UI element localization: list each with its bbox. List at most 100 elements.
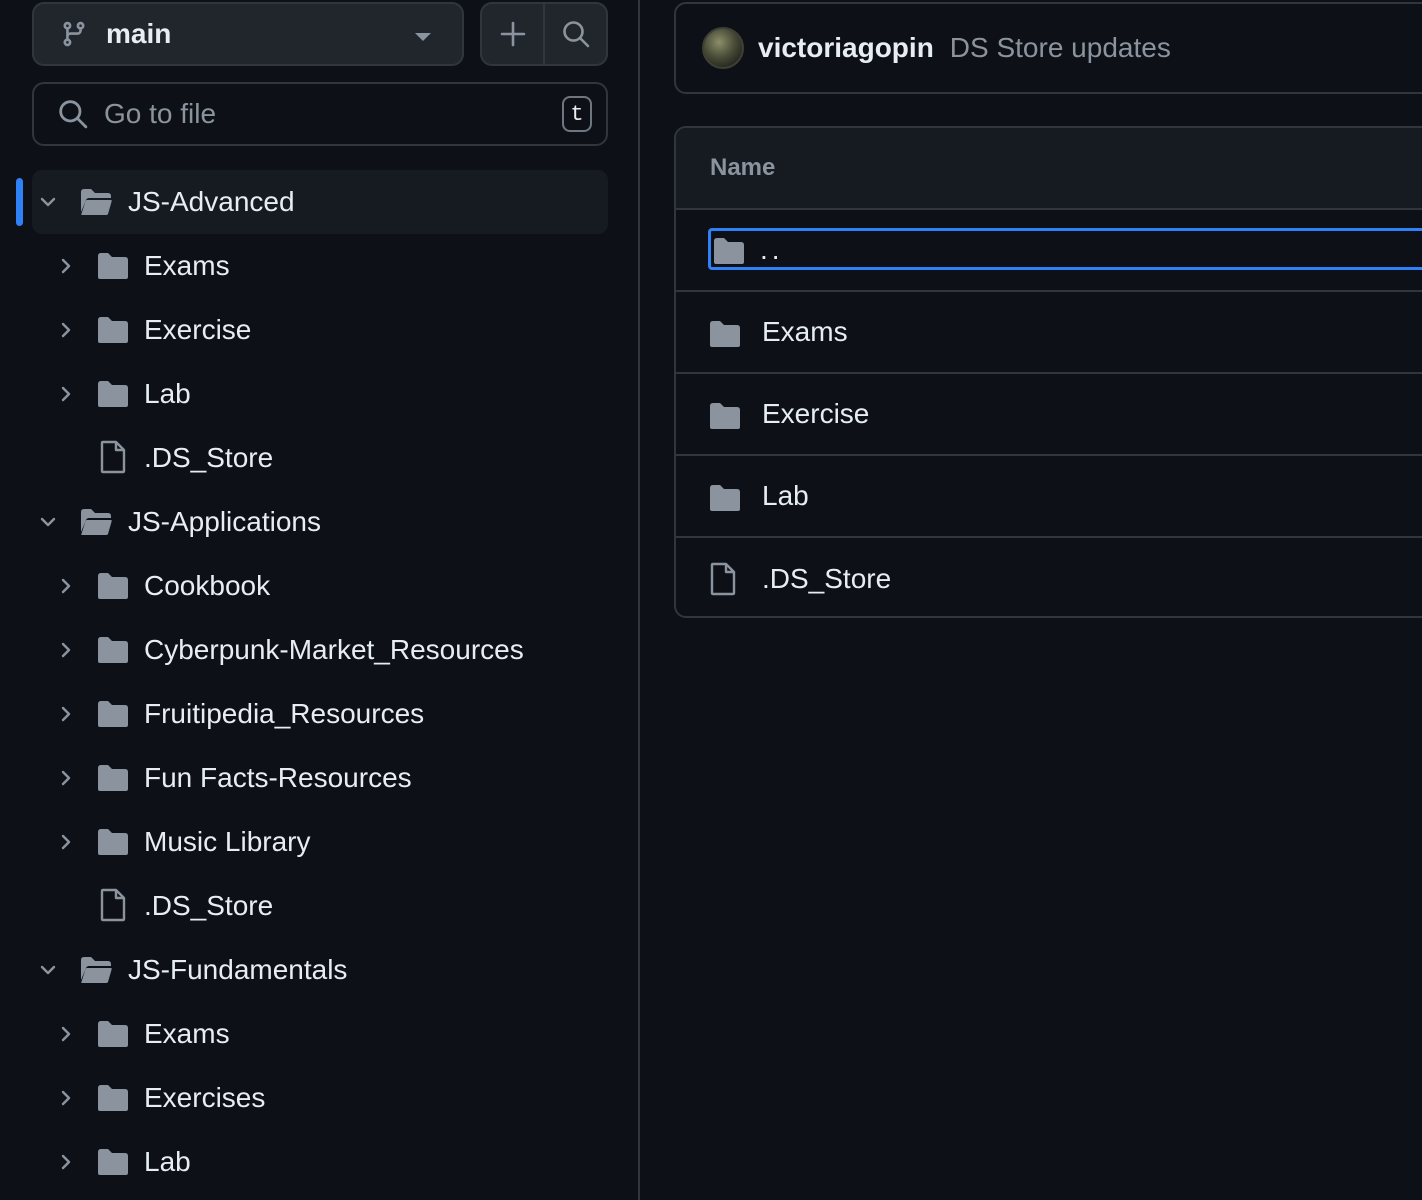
table-row[interactable]: .DS_Store: [676, 538, 1422, 616]
parent-directory-row[interactable]: ..: [676, 210, 1422, 292]
file-directory-icon: [708, 401, 742, 431]
file-directory-icon: [708, 319, 742, 349]
tree-actions: [480, 2, 608, 66]
tree-item[interactable]: JS-Fundamentals: [0, 938, 640, 1002]
go-to-file-input[interactable]: [102, 97, 562, 131]
name-column-header: Name: [710, 154, 776, 181]
file-directory-icon: [708, 483, 742, 513]
file-directory-icon: [96, 699, 130, 729]
chevron-down-icon[interactable]: [38, 960, 58, 980]
table-body: .. Exams Exercise Lab .DS_Store: [676, 210, 1422, 616]
directory-contents-table: Name .. Exams Exercise Lab .DS_Store: [674, 126, 1422, 618]
chevron-right-icon[interactable]: [56, 320, 76, 340]
tree-item[interactable]: JS-Advanced: [0, 170, 640, 234]
tree-item[interactable]: Cyberpunk-Market_Resources: [0, 618, 640, 682]
tree-item[interactable]: JS-Applications: [0, 490, 640, 554]
tree-item-label: Lab: [144, 1146, 191, 1177]
tree-item-label: Music Library: [144, 826, 311, 857]
table-row[interactable]: Lab: [676, 456, 1422, 538]
tree-item[interactable]: Music Library: [0, 810, 640, 874]
tree-item-label: JS-Applications: [128, 506, 321, 537]
branch-selector-button[interactable]: main: [32, 2, 464, 66]
chevron-down-icon[interactable]: [38, 192, 58, 212]
active-item-marker: [16, 178, 23, 226]
search-icon: [58, 99, 88, 129]
file-name-link[interactable]: Exercise: [762, 398, 869, 430]
chevron-right-icon[interactable]: [56, 704, 76, 724]
tree-item[interactable]: Exams: [0, 234, 640, 298]
plus-icon: [500, 21, 526, 47]
table-row[interactable]: Exams: [676, 292, 1422, 374]
chevron-right-icon[interactable]: [56, 832, 76, 852]
tree-item-label: Lab: [144, 378, 191, 409]
tree-item[interactable]: .DS_Store: [0, 426, 640, 490]
file-directory-icon: [96, 827, 130, 857]
tree-item[interactable]: Fruitipedia_Resources: [0, 682, 640, 746]
file-icon: [98, 440, 128, 474]
tree-item[interactable]: Lab: [0, 362, 640, 426]
file-directory-icon: [96, 379, 130, 409]
tree-item[interactable]: Exams: [0, 1002, 640, 1066]
file-directory-icon: [96, 1147, 130, 1177]
file-directory-icon: [96, 635, 130, 665]
chevron-right-icon[interactable]: [56, 768, 76, 788]
avatar[interactable]: [702, 27, 744, 69]
table-header: Name: [676, 128, 1422, 210]
branch-name: main: [106, 18, 172, 49]
tree-item-label: Cookbook: [144, 570, 271, 601]
tree-item[interactable]: Fun Facts-Resources: [0, 746, 640, 810]
file-directory-icon: [96, 1019, 130, 1049]
file-directory-icon: [96, 251, 130, 281]
triangle-down-icon: [414, 32, 432, 42]
chevron-right-icon[interactable]: [56, 384, 76, 404]
file-directory-icon: [96, 1083, 130, 1113]
tree-item-label: JS-Fundamentals: [128, 954, 348, 985]
file-directory-icon: [96, 315, 130, 345]
file-name-link[interactable]: Lab: [762, 480, 809, 512]
focus-ring: [708, 228, 1422, 270]
git-branch-icon: [60, 19, 88, 49]
chevron-right-icon[interactable]: [56, 1024, 76, 1044]
file-directory-icon: [712, 236, 746, 266]
chevron-right-icon[interactable]: [56, 576, 76, 596]
chevron-right-icon[interactable]: [56, 640, 76, 660]
chevron-right-icon[interactable]: [56, 256, 76, 276]
tree-item-label: Fun Facts-Resources: [144, 762, 412, 793]
add-file-button[interactable]: [482, 4, 543, 64]
tree-item-label: JS-Advanced: [128, 186, 295, 217]
tree-item-label: Fruitipedia_Resources: [144, 698, 425, 729]
file-directory-open-icon: [79, 187, 113, 217]
file-name-link[interactable]: Exams: [762, 316, 848, 348]
tree-item-label: Exercise: [144, 314, 252, 345]
tree-item[interactable]: .DS_Store: [0, 874, 640, 938]
file-name-link[interactable]: .DS_Store: [762, 563, 891, 595]
file-directory-icon: [96, 763, 130, 793]
file-icon: [98, 888, 128, 922]
tree-item[interactable]: Cookbook: [0, 554, 640, 618]
commit-author-link[interactable]: victoriagopin: [758, 32, 934, 64]
search-code-button[interactable]: [543, 4, 606, 64]
tree-item-label: Cyberpunk-Market_Resources: [144, 634, 524, 665]
chevron-down-icon[interactable]: [38, 512, 58, 532]
chevron-right-icon[interactable]: [56, 1152, 76, 1172]
file-icon: [708, 562, 738, 596]
chevron-right-icon[interactable]: [56, 1088, 76, 1108]
keyboard-shortcut-hint: t: [562, 96, 592, 132]
file-tree-sidebar: main t JS-Advanced Exams Exercise Lab .DS_St…: [0, 0, 640, 1200]
file-tree: JS-Advanced Exams Exercise Lab .DS_Store JS-A…: [0, 170, 640, 1194]
go-to-file-field[interactable]: t: [32, 82, 608, 146]
parent-directory-link[interactable]: ..: [760, 234, 784, 266]
latest-commit-bar: victoriagopin DS Store updates: [674, 2, 1422, 94]
commit-message-link[interactable]: DS Store updates: [950, 32, 1171, 64]
tree-item-label: Exams: [144, 1018, 230, 1049]
tree-item-label: .DS_Store: [144, 890, 274, 921]
table-row[interactable]: Exercise: [676, 374, 1422, 456]
tree-item[interactable]: Exercise: [0, 298, 640, 362]
tree-item-label: Exams: [144, 250, 230, 281]
tree-item[interactable]: Exercises: [0, 1066, 640, 1130]
file-directory-icon: [96, 571, 130, 601]
tree-item-label: .DS_Store: [144, 442, 274, 473]
file-directory-open-icon: [79, 507, 113, 537]
tree-item[interactable]: Lab: [0, 1130, 640, 1194]
search-icon: [562, 20, 590, 48]
